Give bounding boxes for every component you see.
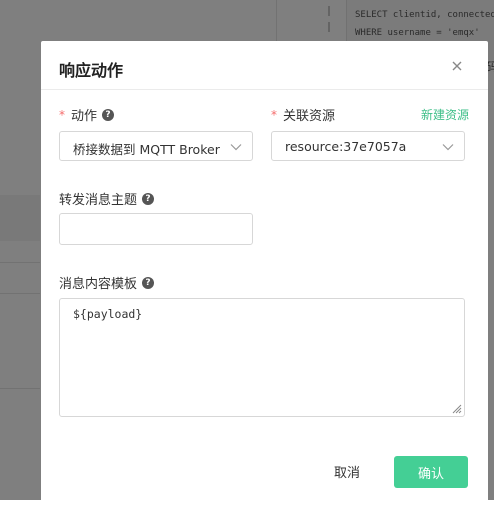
template-textarea[interactable]: ${payload} [59,298,465,417]
help-icon[interactable]: ? [142,276,155,289]
dialog-title: 响应动作 [59,61,124,80]
template-label: 消息内容模板 [59,277,138,292]
template-label-row: 消息内容模板 ? [59,273,155,292]
action-label: 动作 [71,109,98,124]
resource-select[interactable]: resource:37e7057a [271,131,465,161]
required-mark: * [59,107,65,122]
cancel-button[interactable]: 取消 [322,457,372,485]
close-icon[interactable] [448,57,466,75]
resize-handle-icon[interactable] [450,402,462,414]
action-label-row: * 动作 ? [59,105,115,124]
template-textarea-value: ${payload} [73,307,143,321]
chevron-down-icon [230,144,242,151]
required-mark: * [271,107,277,122]
confirm-button[interactable]: 确认 [394,456,468,488]
resource-select-value: resource:37e7057a [285,139,407,154]
resource-label: 关联资源 [283,109,336,124]
topic-label-row: 转发消息主题 ? [59,189,155,208]
action-select-value: 桥接数据到 MQTT Broker [73,142,220,157]
new-resource-link[interactable]: 新建资源 [421,106,469,123]
help-icon[interactable]: ? [142,192,155,205]
chevron-down-icon [442,144,454,151]
topic-input[interactable] [59,213,253,245]
response-action-dialog: 响应动作 * 动作 ? 桥接数据到 MQTT Broker * 关联资源 新建资… [41,41,488,511]
resource-label-row: * 关联资源 [271,105,336,125]
dialog-header: 响应动作 [41,41,488,90]
topic-label: 转发消息主题 [59,193,138,208]
help-icon[interactable]: ? [102,108,115,121]
action-select[interactable]: 桥接数据到 MQTT Broker [59,131,253,161]
